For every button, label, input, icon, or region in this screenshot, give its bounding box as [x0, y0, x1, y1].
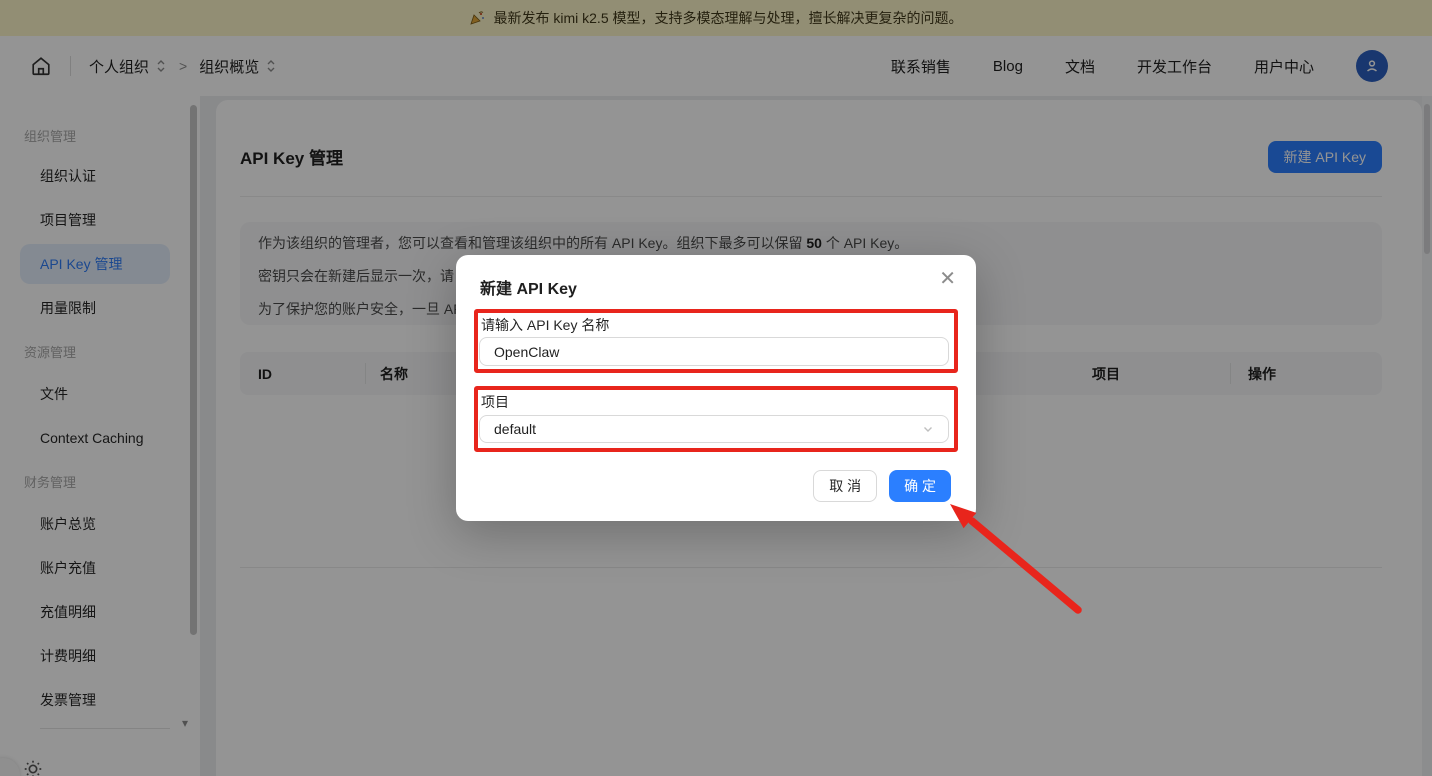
modal-footer: 取 消 确 定	[813, 470, 951, 502]
close-icon[interactable]: ✕	[939, 269, 956, 289]
project-label: 项目	[481, 392, 509, 412]
confirm-button[interactable]: 确 定	[889, 470, 951, 502]
page: 最新发布 kimi k2.5 模型，支持多模态理解与处理，擅长解决更复杂的问题。…	[0, 0, 1432, 776]
modal-title: 新建 API Key	[480, 275, 577, 299]
api-key-name-label: 请输入 API Key 名称	[481, 315, 609, 335]
project-select[interactable]: default	[479, 415, 949, 443]
chevron-down-icon	[922, 423, 934, 435]
cancel-button[interactable]: 取 消	[813, 470, 877, 502]
project-select-value: default	[494, 421, 536, 437]
api-key-name-input[interactable]	[479, 337, 949, 366]
create-api-key-modal: 新建 API Key ✕ 请输入 API Key 名称 项目 default 取…	[456, 255, 976, 521]
